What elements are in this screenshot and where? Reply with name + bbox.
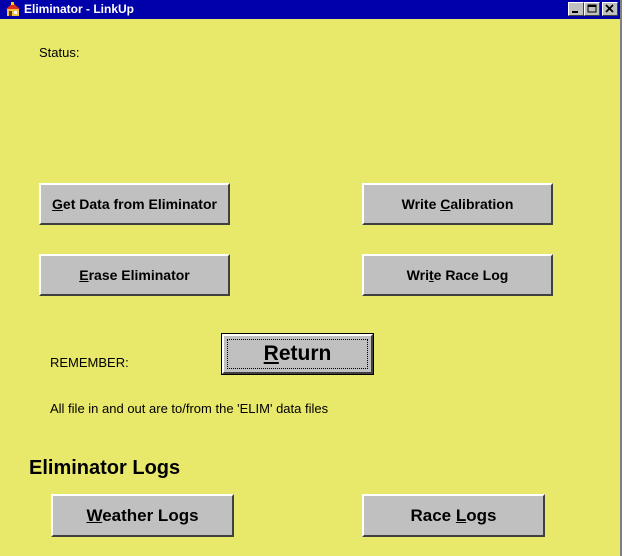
status-label: Status: xyxy=(39,45,80,60)
close-icon xyxy=(605,4,614,13)
title-bar[interactable]: Eliminator - LinkUp xyxy=(0,0,620,19)
get-data-button[interactable]: Get Data from Eliminator xyxy=(39,183,230,225)
window-title: Eliminator - LinkUp xyxy=(24,2,135,16)
race-logs-button[interactable]: Race Logs xyxy=(362,494,545,537)
remember-label: REMEMBER: xyxy=(50,355,129,370)
app-window: Eliminator - LinkUp Status: Get Data fro… xyxy=(0,0,622,556)
app-house-icon[interactable] xyxy=(5,2,21,17)
data-files-note: All file in and out are to/from the 'ELI… xyxy=(50,401,329,416)
maximize-button[interactable] xyxy=(584,2,600,16)
erase-eliminator-button[interactable]: Erase Eliminator xyxy=(39,254,230,296)
maximize-icon xyxy=(587,4,597,13)
minimize-icon xyxy=(572,11,578,13)
return-button[interactable]: Return xyxy=(221,333,374,375)
weather-logs-button[interactable]: Weather Logs xyxy=(51,494,234,537)
logs-heading: Eliminator Logs xyxy=(29,457,181,479)
write-calibration-button[interactable]: Write Calibration xyxy=(362,183,553,225)
close-button[interactable] xyxy=(602,2,618,16)
minimize-button[interactable] xyxy=(568,2,584,16)
write-race-log-button[interactable]: Write Race Log xyxy=(362,254,553,296)
